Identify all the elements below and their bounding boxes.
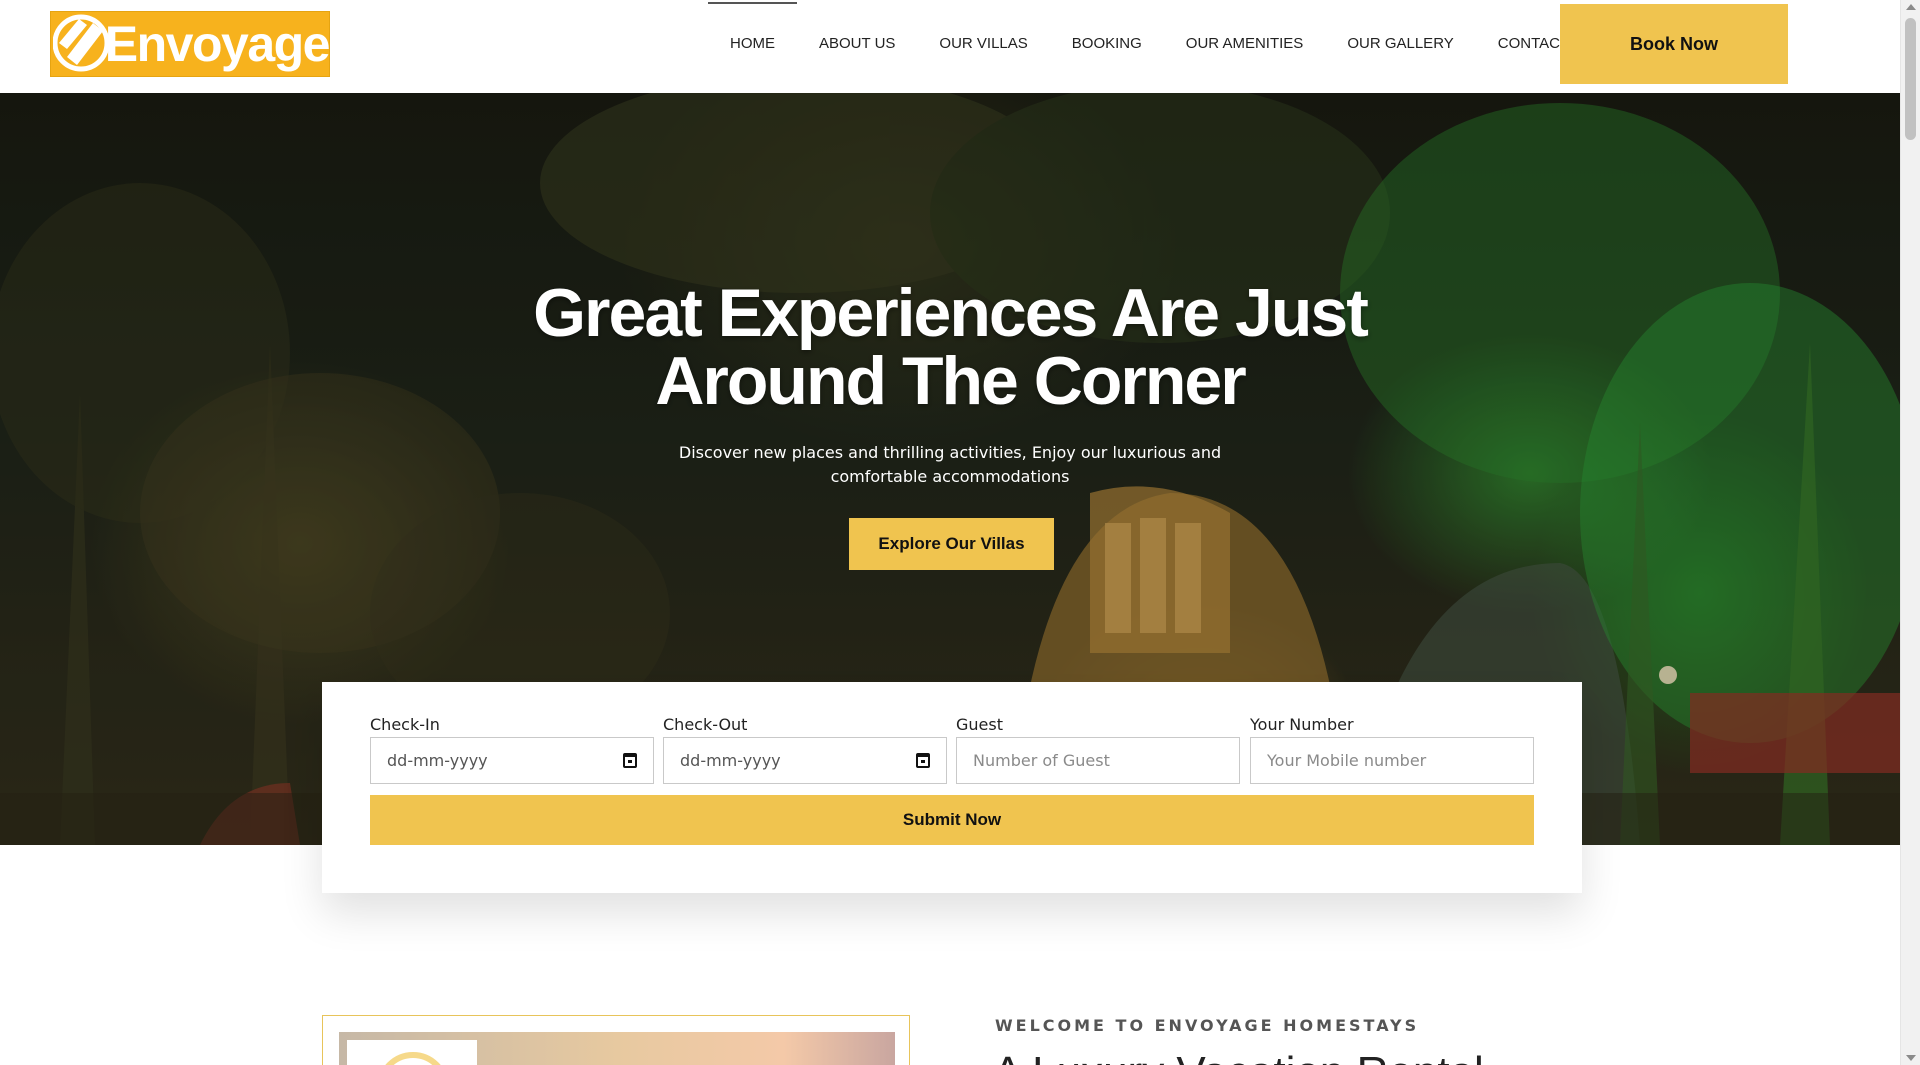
book-now-button[interactable]: Book Now — [1560, 4, 1788, 84]
checkin-input[interactable]: dd-mm-yyyy — [370, 737, 654, 784]
welcome-image — [339, 1032, 895, 1065]
checkin-field-group: Check-In dd-mm-yyyy — [370, 714, 654, 784]
guest-field-group: Guest Number of Guest — [956, 714, 1240, 784]
nav-our-villas[interactable]: OUR VILLAS — [917, 0, 1049, 90]
welcome-heading: A Luxury Vacation Rental — [993, 1048, 1484, 1065]
checkout-field-group: Check-Out dd-mm-yyyy — [663, 714, 947, 784]
hero-title: Great Experiences Are Just Around The Co… — [0, 279, 1900, 415]
checkout-label: Check-Out — [663, 715, 748, 734]
checkin-placeholder: dd-mm-yyyy — [387, 751, 488, 770]
mobile-number-input[interactable]: Your Mobile number — [1250, 737, 1534, 784]
hero-subtitle: Discover new places and thrilling activi… — [678, 443, 1222, 486]
hero-title-line-2: Around The Corner — [655, 343, 1246, 419]
explore-villas-button[interactable]: Explore Our Villas — [849, 518, 1054, 570]
welcome-logo-badge — [347, 1040, 477, 1065]
page: Envoyage HOME ABOUT US OUR VILLAS BOOKIN… — [0, 0, 1920, 1065]
scrollbar-thumb[interactable] — [1905, 18, 1916, 140]
guest-label: Guest — [956, 715, 1003, 734]
welcome-eyebrow: WELCOME TO ENVOYAGE HOMESTAYS — [995, 1016, 1420, 1035]
main-nav: HOME ABOUT US OUR VILLAS BOOKING OUR AME… — [708, 0, 1616, 90]
hero-title-line-1: Great Experiences Are Just — [533, 275, 1369, 351]
scroll-down-arrow-icon[interactable] — [1906, 1055, 1916, 1061]
mobile-number-field-group: Your Number Your Mobile number — [1250, 714, 1534, 784]
guest-input[interactable]: Number of Guest — [956, 737, 1240, 784]
mobile-number-placeholder: Your Mobile number — [1267, 751, 1427, 770]
site-logo[interactable]: Envoyage — [50, 11, 331, 77]
nav-our-amenities[interactable]: OUR AMENITIES — [1164, 0, 1326, 90]
calendar-icon[interactable] — [916, 753, 930, 768]
nav-home[interactable]: HOME — [708, 0, 797, 90]
welcome-image-frame — [322, 1015, 910, 1065]
page-scrollbar[interactable] — [1900, 0, 1920, 1065]
envoyage-logo-icon — [51, 11, 109, 77]
checkout-input[interactable]: dd-mm-yyyy — [663, 737, 947, 784]
guest-placeholder: Number of Guest — [973, 751, 1110, 770]
scroll-up-arrow-icon[interactable] — [1906, 4, 1916, 10]
nav-our-gallery[interactable]: OUR GALLERY — [1325, 0, 1475, 90]
nav-booking[interactable]: BOOKING — [1050, 0, 1164, 90]
checkout-placeholder: dd-mm-yyyy — [680, 751, 781, 770]
booking-form: Check-In dd-mm-yyyy Check-Out dd-mm-yyyy… — [322, 682, 1582, 893]
submit-now-button[interactable]: Submit Now — [370, 795, 1534, 845]
checkin-label: Check-In — [370, 715, 440, 734]
calendar-icon[interactable] — [623, 753, 637, 768]
mobile-number-label: Your Number — [1250, 715, 1354, 734]
logo-text: Envoyage — [104, 16, 331, 72]
nav-about-us[interactable]: ABOUT US — [797, 0, 917, 90]
site-header: Envoyage HOME ABOUT US OUR VILLAS BOOKIN… — [0, 0, 1900, 93]
